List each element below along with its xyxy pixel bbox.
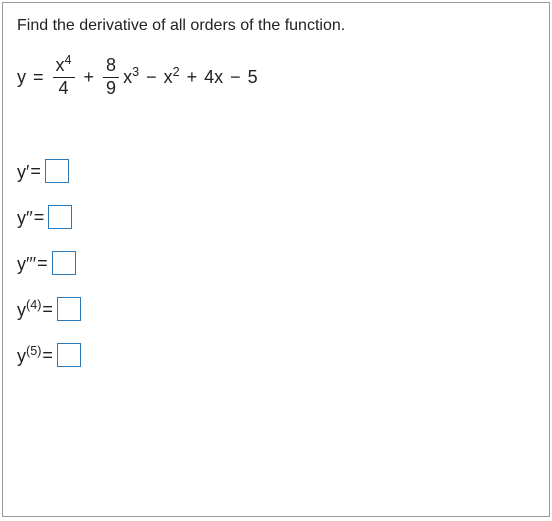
y3-prime: ′′′ [26,254,36,274]
minus-2: − [225,67,246,88]
plus-2: + [182,67,203,88]
term4: 4x [204,67,223,88]
label-y4: y(4) [17,298,42,321]
answer-input-4[interactable] [57,297,81,321]
eq-2: = [34,207,45,228]
fraction-1: x4 4 [53,55,75,99]
equation-lhs: y [17,67,26,88]
problem-container: Find the derivative of all orders of the… [2,2,550,517]
y1-base: y [17,162,26,182]
eq-5: = [42,345,53,366]
term3-base: x [164,67,173,87]
y4-base: y [17,300,26,320]
answer-row-1: y′ = [17,159,535,183]
y3-base: y [17,254,26,274]
fraction-2: 8 9 [103,55,119,99]
fraction-2-num: 8 [103,55,119,78]
term3-exp: 2 [173,65,180,79]
term2-exp: 3 [132,65,139,79]
y2-prime: ′′ [26,208,33,228]
answer-row-3: y′′′ = [17,251,535,275]
answer-input-1[interactable] [45,159,69,183]
answers-section: y′ = y′′ = y′′′ = y(4) = y(5) = [17,159,535,367]
eq-4: = [42,299,53,320]
label-y3: y′′′ [17,252,37,275]
fraction-1-den: 4 [56,78,72,100]
y2-base: y [17,208,26,228]
equation-display: y = x4 4 + 8 9 x3 − x2 + 4x − 5 [17,55,535,99]
answer-input-2[interactable] [48,205,72,229]
equals-sign: = [28,67,49,88]
label-y2: y′′ [17,206,34,229]
y1-prime: ′ [26,162,29,182]
y4-exp: (4) [26,298,41,312]
label-y5: y(5) [17,344,42,367]
fraction-1-num: x4 [53,55,75,78]
answer-row-5: y(5) = [17,343,535,367]
answer-input-3[interactable] [52,251,76,275]
plus-1: + [79,67,100,88]
term2: x3 [123,67,139,88]
term3: x2 [164,67,180,88]
eq-3: = [37,253,48,274]
answer-row-2: y′′ = [17,205,535,229]
y5-base: y [17,346,26,366]
minus-1: − [141,67,162,88]
answer-row-4: y(4) = [17,297,535,321]
term2-base: x [123,67,132,87]
y5-exp: (5) [26,344,41,358]
answer-input-5[interactable] [57,343,81,367]
term5: 5 [248,67,258,88]
instruction-text: Find the derivative of all orders of the… [17,17,535,35]
fraction-2-den: 9 [103,78,119,100]
frac1-exp: 4 [65,53,72,67]
frac1-base: x [56,55,65,75]
eq-1: = [30,161,41,182]
label-y1: y′ [17,160,30,183]
